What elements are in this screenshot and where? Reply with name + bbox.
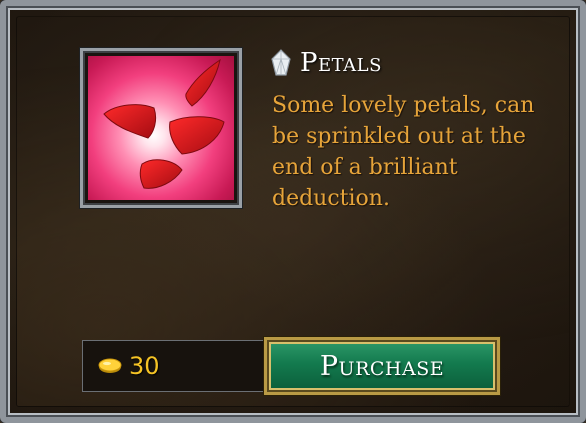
item-thumbnail-frame xyxy=(80,48,242,208)
item-description: Some lovely petals, can be sprinkled out… xyxy=(272,93,535,211)
rose-petals-image xyxy=(88,56,234,200)
gem-icon xyxy=(271,49,291,76)
purchase-button[interactable]: Purchase xyxy=(264,337,500,395)
purchase-button-label: Purchase xyxy=(319,350,445,382)
item-detail-panel: Petals Some lovely petals, can be sprink… xyxy=(0,0,586,423)
price-display: 30 xyxy=(82,340,268,392)
gold-coin-icon xyxy=(98,358,122,373)
price-amount: 30 xyxy=(129,352,160,380)
item-title-row: Petals xyxy=(270,46,382,80)
item-title: Petals xyxy=(300,48,382,78)
petals-illustration xyxy=(103,58,225,189)
